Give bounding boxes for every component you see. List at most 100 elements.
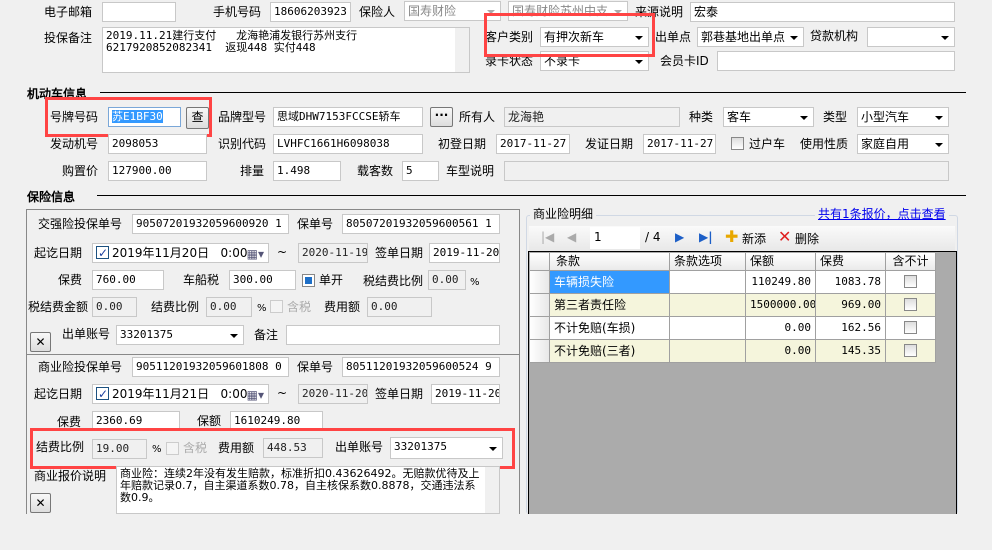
c-tax-fee-amount-input[interactable]: 0.00 bbox=[92, 297, 137, 317]
b-quote-desc-textarea[interactable]: 商业险：连续2年没有发生赔款，标准折扣0.43626492。无赔款优待及上年赔款… bbox=[116, 466, 500, 514]
option-cell[interactable] bbox=[670, 340, 746, 363]
vin-input[interactable]: LVHFC1661H6098038 bbox=[273, 134, 423, 154]
c-close-button[interactable]: ✕ bbox=[30, 332, 51, 352]
premium-cell[interactable]: 145.35 bbox=[816, 340, 886, 363]
branch-select[interactable]: 国寿财险苏州中支 bbox=[508, 1, 628, 21]
more-button[interactable]: ··· bbox=[430, 107, 453, 127]
nondeductible-checkbox[interactable] bbox=[904, 298, 917, 311]
b-sign-date-input[interactable]: 2019-11-20 bbox=[431, 384, 500, 404]
quote-link[interactable]: 共有1条报价，点击查看 bbox=[815, 204, 949, 224]
issue-point-select[interactable]: 郭巷基地出单点 bbox=[697, 27, 804, 47]
type-select[interactable]: 小型汽车 bbox=[857, 107, 949, 127]
add-button[interactable]: 新添 bbox=[742, 230, 766, 247]
row-header[interactable] bbox=[530, 340, 550, 363]
nondeductible-checkbox[interactable] bbox=[904, 275, 917, 288]
b-start-datepicker[interactable]: 2019年11月21日 0:00▦▾ bbox=[92, 384, 269, 404]
reg-date-input[interactable]: 2017-11-27 bbox=[496, 134, 570, 154]
clause-cell[interactable]: 车辆损失险 bbox=[550, 271, 670, 294]
calendar-icon[interactable]: ▦▾ bbox=[247, 386, 264, 403]
remark-textarea[interactable]: 2019.11.21建行支付 龙海艳浦发银行苏州支行 6217920852082… bbox=[102, 27, 470, 73]
c-start-checkbox[interactable] bbox=[96, 244, 109, 262]
row-header[interactable] bbox=[530, 271, 550, 294]
c-vessel-tax-input[interactable]: 300.00 bbox=[229, 270, 296, 290]
premium-cell[interactable]: 969.00 bbox=[816, 294, 886, 317]
option-cell[interactable] bbox=[670, 317, 746, 340]
col-header-premium[interactable]: 保费 bbox=[816, 253, 886, 271]
model-desc-input[interactable] bbox=[504, 161, 949, 181]
c-app-no-input[interactable]: 90507201932059600920 1 bbox=[132, 214, 289, 234]
b-end-input[interactable]: 2020-11-20 bbox=[298, 384, 368, 404]
b-start-checkbox[interactable] bbox=[96, 385, 109, 403]
row-header[interactable] bbox=[530, 294, 550, 317]
b-coverage-input[interactable]: 1610249.80 bbox=[230, 411, 323, 431]
col-header-clause[interactable]: 条款 bbox=[550, 253, 670, 271]
c-tax-fee-ratio-input[interactable]: 0.00 bbox=[428, 270, 466, 290]
delete-button[interactable]: 删除 bbox=[795, 230, 819, 247]
row-header[interactable] bbox=[530, 317, 550, 340]
source-input[interactable]: 宏泰 bbox=[690, 2, 955, 22]
phone-input[interactable]: 18606203923 bbox=[270, 2, 351, 22]
premium-cell[interactable]: 162.56 bbox=[816, 317, 886, 340]
lookup-button[interactable]: 查 bbox=[186, 107, 209, 129]
option-cell[interactable] bbox=[670, 294, 746, 317]
email-input[interactable] bbox=[102, 2, 176, 22]
coverage-cell[interactable]: 0.00 bbox=[746, 317, 816, 340]
prev-page-icon[interactable]: ◀ bbox=[567, 230, 576, 244]
b-fee-ratio-input[interactable]: 19.00 bbox=[92, 439, 147, 459]
insurer-select[interactable]: 国寿财险 bbox=[404, 1, 501, 21]
b-app-no-input[interactable]: 90511201932059601808 0 bbox=[132, 357, 289, 377]
col-header-coverage[interactable]: 保额 bbox=[746, 253, 816, 271]
engine-input[interactable]: 2098053 bbox=[108, 134, 207, 154]
owner-input[interactable]: 龙海艳 bbox=[504, 107, 680, 127]
brand-input[interactable]: 思域DHW7153FCCSE轿车 bbox=[273, 107, 423, 127]
first-page-icon[interactable]: |◀ bbox=[541, 230, 554, 244]
b-incl-tax-checkbox[interactable] bbox=[166, 442, 179, 455]
loan-org-select[interactable] bbox=[867, 27, 955, 47]
c-incl-tax-checkbox[interactable] bbox=[270, 300, 283, 313]
c-fee-ratio-input[interactable]: 0.00 bbox=[206, 297, 252, 317]
coverage-cell[interactable]: 0.00 bbox=[746, 340, 816, 363]
page-input[interactable]: 1 bbox=[590, 227, 640, 249]
c-account-select[interactable]: 33201375 bbox=[116, 325, 244, 345]
cert-date-input[interactable]: 2017-11-27 bbox=[643, 134, 716, 154]
scrollbar[interactable] bbox=[485, 467, 499, 513]
c-start-datepicker[interactable]: 2019年11月20日 0:00▦▾ bbox=[92, 243, 269, 263]
calendar-icon[interactable]: ▦▾ bbox=[247, 245, 264, 262]
col-header-option[interactable]: 条款选项 bbox=[670, 253, 746, 271]
nondeductible-checkbox[interactable] bbox=[904, 321, 917, 334]
c-end-input[interactable]: 2020-11-19 bbox=[298, 243, 368, 263]
seats-input[interactable]: 5 bbox=[402, 161, 439, 181]
premium-cell[interactable]: 1083.78 bbox=[816, 271, 886, 294]
coverage-cell[interactable]: 110249.80 bbox=[746, 271, 816, 294]
transfer-checkbox[interactable] bbox=[731, 137, 744, 150]
clause-cell[interactable]: 不计免赔(车损) bbox=[550, 317, 670, 340]
b-policy-no-input[interactable]: 80511201932059600524 9 bbox=[342, 357, 500, 377]
kind-select[interactable]: 客车 bbox=[723, 107, 814, 127]
c-sign-date-input[interactable]: 2019-11-20 bbox=[429, 243, 500, 263]
coverage-cell[interactable]: 1500000.00 bbox=[746, 294, 816, 317]
member-card-input[interactable] bbox=[717, 51, 955, 71]
c-fee-amount-input[interactable]: 0.00 bbox=[367, 297, 432, 317]
col-header-nondeductible[interactable]: 含不计 bbox=[886, 253, 936, 271]
next-page-icon[interactable]: ▶ bbox=[675, 230, 684, 244]
displacement-input[interactable]: 1.498 bbox=[273, 161, 341, 181]
last-page-icon[interactable]: ▶| bbox=[699, 230, 713, 244]
plate-input[interactable]: 苏E1BF30 bbox=[108, 107, 181, 127]
b-account-select[interactable]: 33201375 bbox=[390, 437, 503, 459]
c-policy-no-input[interactable]: 80507201932059600561 1 bbox=[342, 214, 500, 234]
price-input[interactable]: 127900.00 bbox=[108, 161, 207, 181]
clause-cell[interactable]: 第三者责任险 bbox=[550, 294, 670, 317]
card-status-select[interactable]: 不录卡 bbox=[540, 51, 649, 71]
b-premium-input[interactable]: 2360.69 bbox=[92, 411, 180, 431]
b-close-button[interactable]: ✕ bbox=[30, 493, 51, 513]
c-note-input[interactable] bbox=[286, 325, 500, 345]
option-cell[interactable] bbox=[670, 271, 746, 294]
c-premium-input[interactable]: 760.00 bbox=[92, 270, 164, 290]
separate-checkbox[interactable] bbox=[302, 274, 315, 287]
scrollbar[interactable] bbox=[455, 28, 469, 72]
customer-type-select[interactable]: 有押次新车 bbox=[540, 27, 649, 47]
usage-select[interactable]: 家庭自用 bbox=[857, 134, 949, 154]
nondeductible-checkbox[interactable] bbox=[904, 344, 917, 357]
clause-cell[interactable]: 不计免赔(三者) bbox=[550, 340, 670, 363]
b-fee-amount-input[interactable]: 448.53 bbox=[263, 438, 323, 458]
